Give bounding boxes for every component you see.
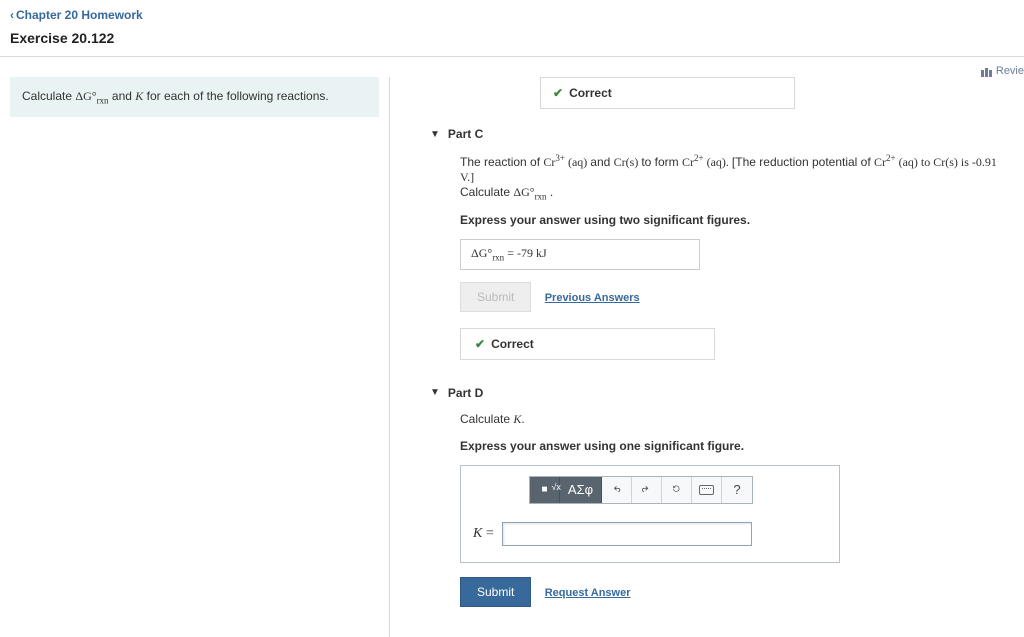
- intro-suffix: for each of the following reactions.: [143, 89, 328, 103]
- submit-button[interactable]: Submit: [460, 577, 531, 607]
- check-icon: ✔: [553, 86, 563, 100]
- intro-prefix: Calculate: [22, 89, 75, 103]
- k-variable-label: K =: [473, 526, 494, 542]
- part-c-answer-display: ΔG°rxn = -79 kJ: [460, 239, 700, 269]
- chevron-left-icon: ‹: [10, 8, 14, 22]
- back-link[interactable]: ‹Chapter 20 Homework: [10, 8, 143, 22]
- part-d-question: Calculate K.: [460, 412, 1004, 427]
- submit-button-disabled: Submit: [460, 282, 531, 312]
- request-answer-link[interactable]: Request Answer: [545, 587, 631, 599]
- check-icon: ✔: [475, 337, 485, 351]
- part-d-title: Part D: [448, 386, 483, 400]
- part-c-instruction: Express your answer using two significan…: [460, 213, 1004, 227]
- problem-intro: Calculate ΔG°rxn and K for each of the f…: [10, 77, 379, 117]
- keyboard-icon: [699, 485, 714, 495]
- part-d-header[interactable]: ▼ Part D: [430, 386, 1004, 400]
- keyboard-button[interactable]: [692, 477, 722, 503]
- undo-icon: [610, 483, 624, 497]
- help-button[interactable]: ?: [722, 477, 752, 503]
- reset-icon: [670, 483, 684, 497]
- part-c-question: The reaction of Cr3+ (aq) and Cr(s) to f…: [460, 153, 1004, 185]
- redo-button[interactable]: [632, 477, 662, 503]
- redo-icon: [640, 483, 654, 497]
- prev-correct-box: ✔ Correct: [540, 77, 795, 109]
- correct-label: Correct: [569, 86, 612, 100]
- templates-button[interactable]: ■√x: [530, 477, 560, 503]
- back-label: Chapter 20 Homework: [16, 8, 143, 22]
- part-c-calc-line: Calculate ΔG°rxn .: [460, 185, 1004, 201]
- collapse-triangle-icon: ▼: [430, 129, 440, 140]
- undo-button[interactable]: [602, 477, 632, 503]
- answer-input[interactable]: [502, 522, 752, 546]
- bars-icon: [981, 65, 993, 77]
- answer-input-panel: ■√x ΑΣφ ? K: [460, 465, 840, 563]
- part-c-header[interactable]: ▼ Part C: [430, 127, 1004, 141]
- review-label: Revie: [996, 65, 1024, 77]
- intro-and: and: [109, 89, 136, 103]
- part-c-correct-box: ✔ Correct: [460, 328, 715, 360]
- correct-label: Correct: [491, 337, 534, 351]
- delta-g-symbol: ΔG°rxn: [75, 89, 108, 103]
- part-c-title: Part C: [448, 127, 483, 141]
- collapse-triangle-icon: ▼: [430, 387, 440, 398]
- review-link[interactable]: Revie: [981, 65, 1024, 77]
- previous-answers-link[interactable]: Previous Answers: [545, 292, 640, 304]
- greek-button[interactable]: ΑΣφ: [560, 477, 602, 503]
- part-d-instruction: Express your answer using one significan…: [460, 439, 1004, 453]
- equation-toolbar: ■√x ΑΣφ ?: [529, 476, 753, 504]
- exercise-title: Exercise 20.122: [0, 24, 1024, 56]
- reset-button[interactable]: [662, 477, 692, 503]
